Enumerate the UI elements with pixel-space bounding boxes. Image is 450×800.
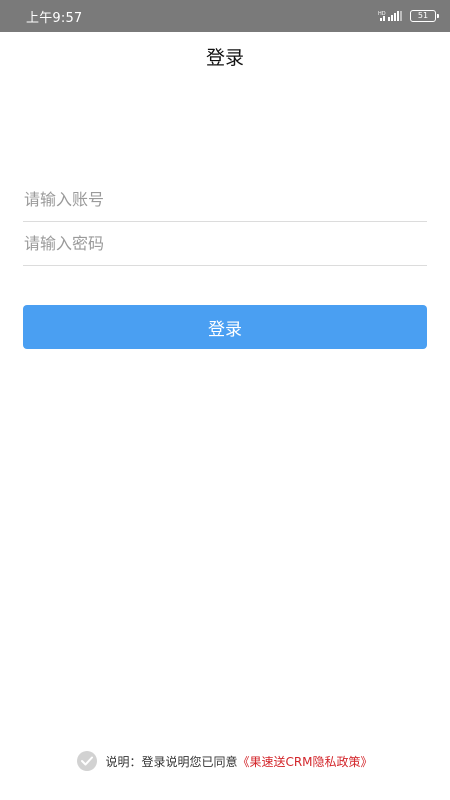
signal-icon: HD	[378, 11, 402, 21]
checkmark-icon	[81, 756, 94, 766]
password-field[interactable]	[23, 222, 427, 266]
account-field[interactable]	[23, 178, 427, 222]
battery-icon: 51	[410, 10, 439, 22]
agreement-row: 说明：登录说明您已同意《果速送CRM隐私政策》	[0, 750, 450, 772]
battery-level: 51	[417, 11, 429, 20]
agreement-text: 说明：登录说明您已同意	[105, 754, 238, 769]
page-title: 登录	[205, 46, 244, 69]
status-bar: 上午9:57 HD 51	[0, 0, 450, 32]
status-icons: HD 51	[378, 10, 439, 22]
agreement-check-icon[interactable]	[77, 751, 98, 771]
password-input[interactable]	[23, 222, 427, 265]
privacy-policy-link[interactable]: 《果速送CRM隐私政策》	[237, 755, 372, 769]
status-time: 上午9:57	[26, 10, 83, 26]
login-screen: 上午9:57 HD 51 登录 登录	[0, 0, 450, 800]
account-input[interactable]	[23, 178, 427, 221]
login-button[interactable]: 登录	[23, 305, 427, 349]
